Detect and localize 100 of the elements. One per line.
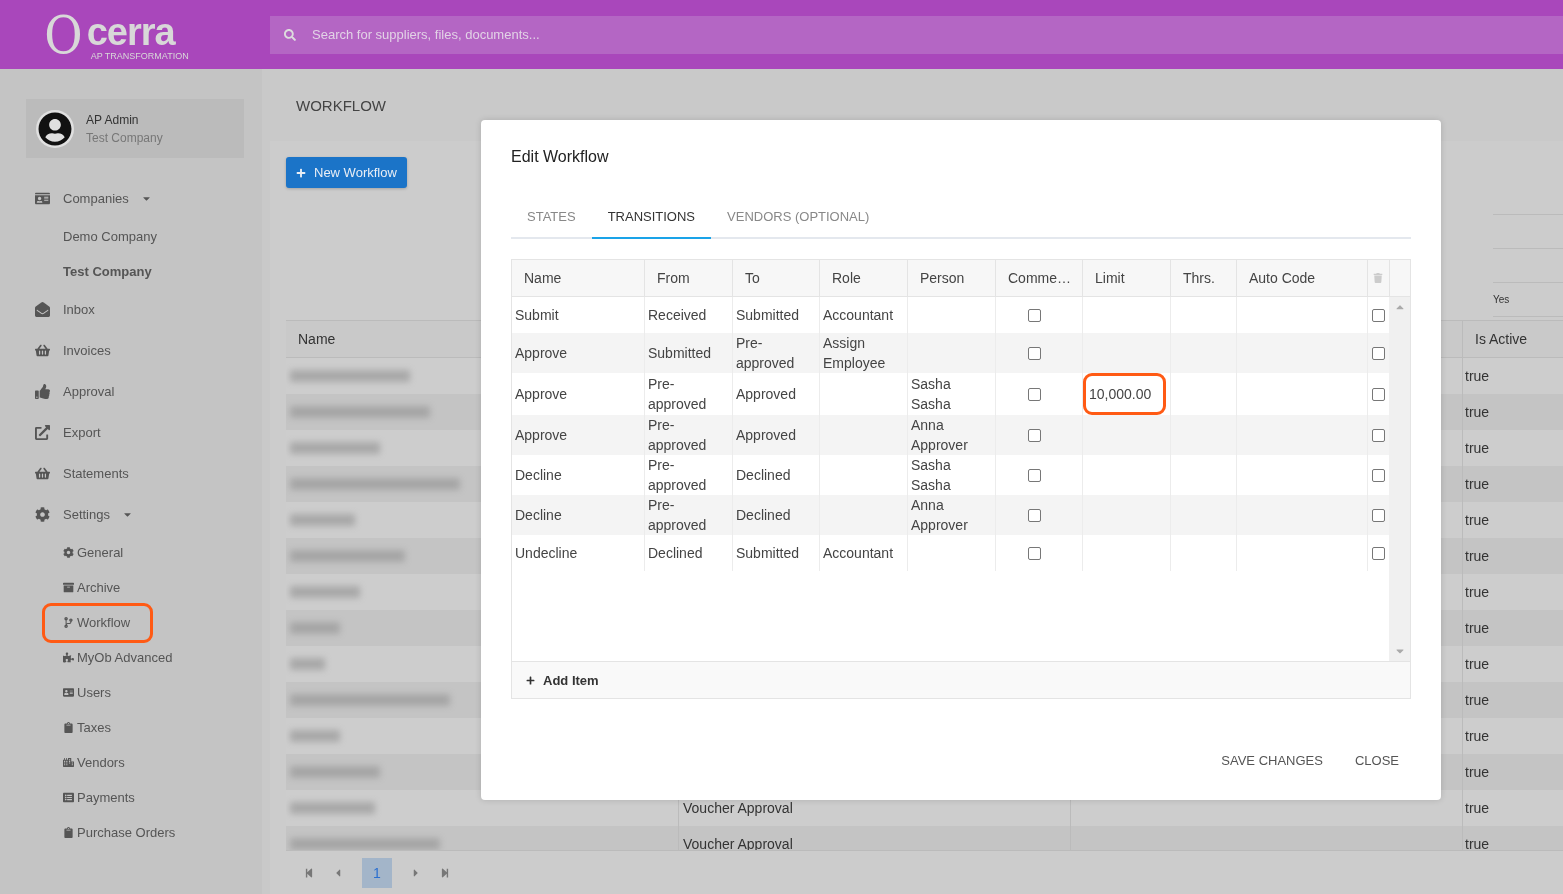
table-cell-text: Approved: [736, 426, 796, 445]
column-header: Name: [298, 331, 336, 347]
checkbox[interactable]: [1372, 346, 1385, 360]
table-cell-text: Pre-approved: [648, 375, 708, 414]
clipboard-icon: [63, 722, 74, 733]
clipboard-icon: [63, 827, 74, 838]
table-cell: true: [1465, 476, 1490, 492]
table-cell-text: Accountant: [823, 306, 894, 325]
thumbs-icon: [34, 384, 51, 399]
table-cell-text: Decline: [515, 466, 562, 485]
column-header: From: [644, 260, 732, 296]
archive-icon: [63, 582, 74, 593]
external-link-icon: [34, 425, 51, 440]
sidebar-item[interactable]: Inbox: [26, 289, 244, 330]
table-cell-text: Pre-approved: [648, 496, 708, 535]
settings-icon: [63, 547, 74, 558]
puzzle-icon: [63, 652, 74, 663]
logo-name: cerra: [86, 12, 177, 51]
table-cell-text: Sasha Sasha: [911, 375, 952, 414]
blurred-text: [290, 622, 340, 634]
envelope-icon: [34, 302, 51, 317]
save-button[interactable]: SAVE CHANGES: [1209, 745, 1335, 776]
table-cell: true: [1465, 512, 1490, 528]
column-header: Person: [907, 260, 995, 296]
checkbox[interactable]: [1028, 546, 1041, 560]
sidebar-item[interactable]: Statements: [26, 453, 244, 494]
column-header: Comme…: [995, 260, 1082, 296]
table-cell: true: [1465, 692, 1490, 708]
table-cell: true: [1465, 404, 1490, 420]
checkbox[interactable]: [1028, 428, 1041, 442]
table-cell-text: Submitted: [736, 544, 800, 563]
buildings-icon: [63, 757, 74, 768]
checkbox[interactable]: [1372, 308, 1385, 322]
basket-icon: [34, 466, 51, 481]
column-header: Role: [819, 260, 907, 296]
tab[interactable]: STATES: [511, 195, 592, 239]
table-cell-text: Sasha Sasha: [911, 456, 952, 495]
id-card-icon: [63, 687, 74, 698]
contact-card-icon: [34, 191, 51, 206]
first-page-icon[interactable]: [304, 867, 314, 878]
blurred-text: [290, 658, 325, 670]
branch-icon: [63, 617, 74, 628]
table-cell-text: Approve: [515, 385, 568, 404]
new-workflow-button[interactable]: New Workflow: [286, 157, 407, 188]
filter-value: Yes: [1493, 294, 1510, 305]
sidebar-item[interactable]: Export: [26, 412, 244, 453]
table-cell: true: [1465, 836, 1490, 851]
table-cell-text: Submitted: [648, 344, 712, 363]
table-cell-text: Accountant: [823, 544, 894, 563]
sidebar-item[interactable]: Invoices: [26, 330, 244, 371]
user-company: Test Company: [86, 130, 163, 145]
table-cell: true: [1465, 620, 1490, 636]
table-cell: true: [1465, 728, 1490, 744]
table-cell-text: Pre-approved: [648, 416, 708, 455]
tab[interactable]: VENDORS (OPTIONAL): [711, 195, 886, 239]
settings-icon: [34, 507, 51, 522]
add-item-button[interactable]: Add Item: [526, 672, 599, 688]
column-header: Limit: [1082, 260, 1170, 296]
checkbox[interactable]: [1372, 387, 1385, 401]
plus-icon: [296, 167, 306, 178]
user-name: AP Admin: [86, 112, 140, 127]
checkbox[interactable]: [1028, 387, 1041, 401]
checkbox[interactable]: [1372, 508, 1385, 522]
table-cell: true: [1465, 440, 1490, 456]
table-cell-text: Decline: [515, 506, 562, 525]
sidebar-subitem[interactable]: Workflow: [42, 602, 154, 643]
table-cell-text: Anna Approver: [911, 416, 969, 455]
table-cell: true: [1465, 764, 1490, 780]
table-cell: true: [1465, 800, 1490, 816]
checkbox[interactable]: [1028, 308, 1041, 322]
checkbox[interactable]: [1028, 468, 1041, 482]
checkbox[interactable]: [1028, 346, 1041, 360]
avatar-icon: [36, 109, 74, 148]
list-icon: [63, 792, 74, 803]
table-cell-text: Pre-approved: [648, 456, 708, 495]
sidebar-item[interactable]: Companies: [26, 178, 244, 219]
last-page-icon[interactable]: [440, 867, 450, 878]
page-title: WORKFLOW: [295, 95, 387, 116]
table-cell-text: Declined: [736, 506, 791, 525]
table-cell-text: Submitted: [736, 306, 800, 325]
column-header: Name: [523, 269, 563, 288]
column-header: Thrs.: [1170, 260, 1236, 296]
blurred-text: [290, 730, 340, 742]
dialog-title: Edit Workflow: [511, 148, 610, 167]
tab[interactable]: TRANSITIONS: [591, 195, 712, 239]
checkbox[interactable]: [1372, 428, 1385, 442]
search-icon: [284, 28, 296, 41]
blurred-text: [290, 514, 355, 526]
page-button[interactable]: 1: [362, 857, 392, 888]
user-card[interactable]: AP Admin Test Company: [26, 99, 244, 158]
checkbox[interactable]: [1028, 508, 1041, 522]
basket-icon: [34, 343, 51, 358]
table-cell-text: Assign Employee: [823, 334, 887, 373]
table-cell: true: [1465, 584, 1490, 600]
checkbox[interactable]: [1372, 546, 1385, 560]
checkbox[interactable]: [1372, 468, 1385, 482]
sidebar-item[interactable]: Settings: [26, 494, 244, 535]
table-cell: Voucher Approval: [683, 800, 793, 816]
close-button[interactable]: CLOSE: [1342, 745, 1411, 776]
sidebar-item[interactable]: Approval: [26, 371, 244, 412]
